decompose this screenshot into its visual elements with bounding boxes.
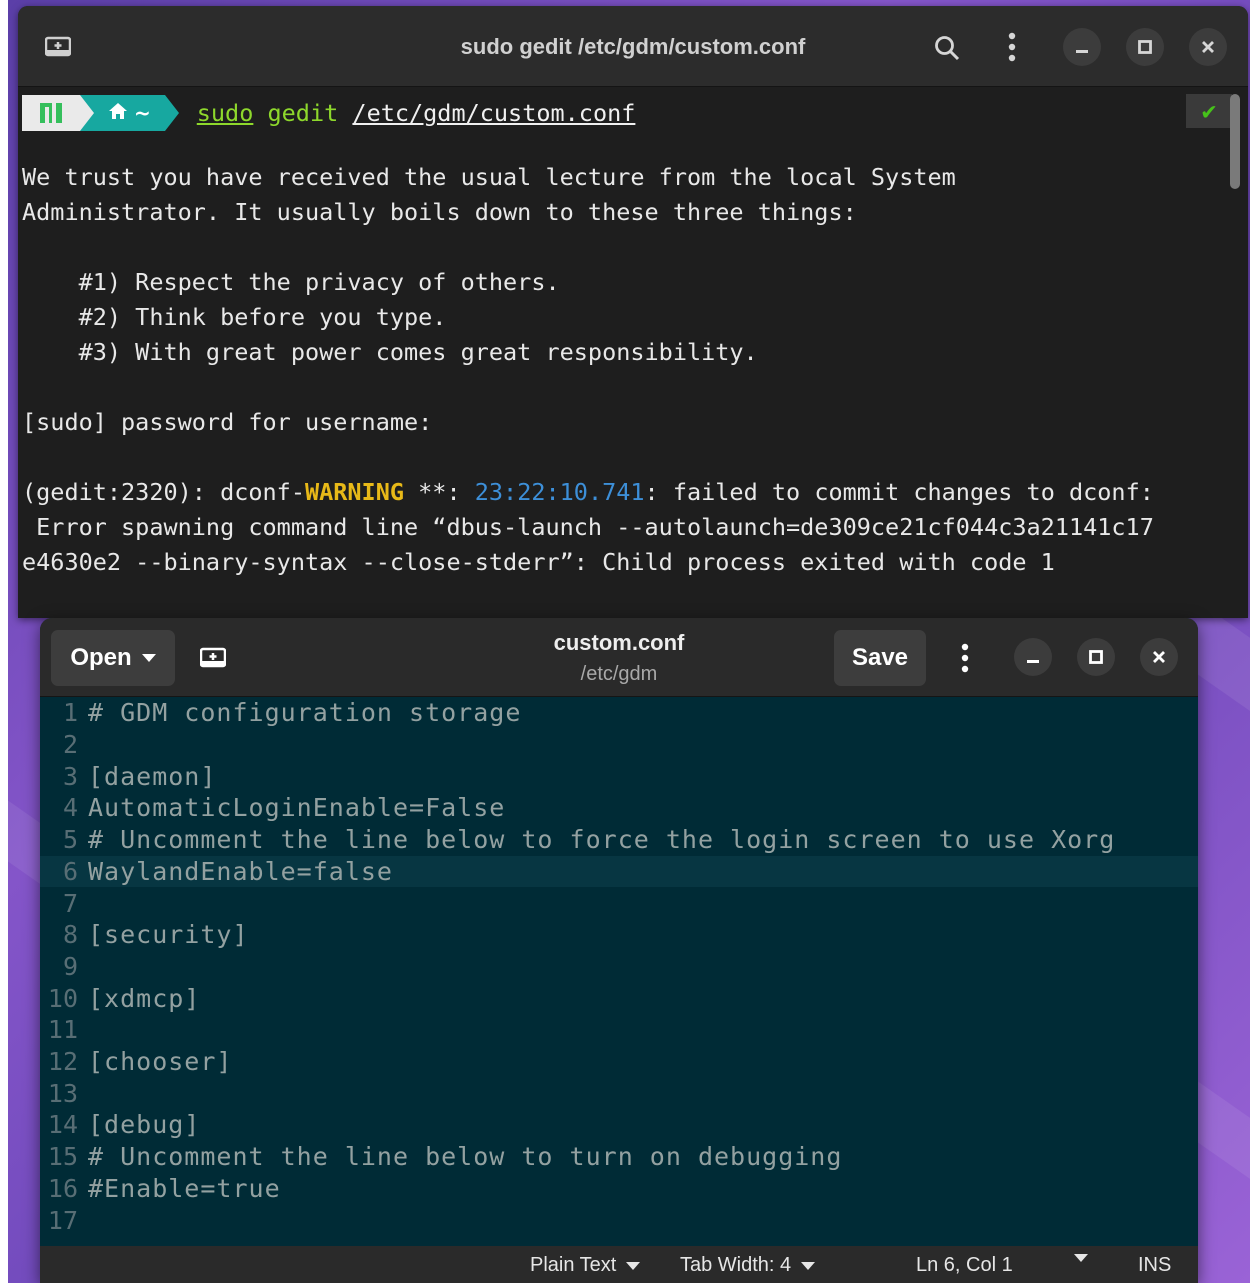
line-text: [security] (88, 920, 249, 950)
line-number: 8 (62, 920, 78, 950)
cmd-path: /etc/gdm/custom.conf (352, 99, 636, 127)
cmd-gedit: gedit (267, 99, 339, 127)
tab-width-label: Tab Width: 4 (680, 1254, 792, 1276)
cursor-position[interactable]: Ln 6, Col 1 (916, 1254, 1013, 1277)
chevron-down-icon (1074, 1254, 1088, 1262)
prompt-home-label: ~ (134, 101, 151, 125)
line-text: WaylandEnable=false (88, 856, 393, 886)
maximize-button[interactable] (1077, 638, 1115, 676)
error-line: e4630e2 --binary-syntax --close-stderr”:… (22, 548, 1055, 576)
chevron-down-icon (626, 1261, 641, 1270)
minimize-button[interactable] (1014, 638, 1052, 676)
line-text: [chooser] (88, 1047, 233, 1077)
line-number: 2 (62, 730, 78, 760)
line-number: 7 (62, 888, 78, 918)
menu-kebab-icon[interactable] (1000, 30, 1024, 64)
editor-line[interactable]: 11 (40, 1014, 1198, 1046)
cursor-position-label: Ln 6, Col 1 (916, 1254, 1013, 1276)
shell-prompt: ~ sudo gedit /etc/gdm/custom.conf (22, 95, 635, 131)
minimize-button[interactable] (1063, 28, 1101, 66)
line-number: 10 (47, 983, 78, 1013)
warning-separator: **: (404, 478, 475, 506)
line-text: # Uncomment the line below to turn on de… (88, 1142, 843, 1172)
editor-line[interactable]: 16 #Enable=true (40, 1173, 1198, 1205)
output-line: Administrator. It usually boils down to … (22, 198, 857, 226)
terminal-scrollbar[interactable] (1230, 94, 1240, 189)
line-text: #Enable=true (88, 1173, 281, 1203)
output-line: We trust you have received the usual lec… (22, 163, 956, 191)
line-number: 6 (62, 856, 78, 886)
line-number: 4 (62, 793, 78, 823)
editor-line[interactable]: 5 # Uncomment the line below to force the… (40, 824, 1198, 856)
output-line: #3) With great power comes great respons… (22, 338, 758, 366)
line-number: 17 (47, 1205, 78, 1235)
line-text: # GDM configuration storage (88, 698, 522, 728)
warning-message: : failed to commit changes to dconf: (644, 478, 1154, 506)
chevron-down-icon (801, 1261, 816, 1270)
menu-kebab-icon[interactable] (953, 641, 977, 675)
gedit-window: Open custom.conf /etc/gdm Save 1 # GDM co… (40, 618, 1198, 1283)
close-button[interactable] (1140, 638, 1178, 676)
editor-line[interactable]: 15 # Uncomment the line below to turn on … (40, 1141, 1198, 1173)
close-button[interactable] (1189, 28, 1227, 66)
output-line: #1) Respect the privacy of others. (22, 268, 560, 296)
editor-line[interactable]: 2 (40, 729, 1198, 761)
gedit-header: Open custom.conf /etc/gdm Save (40, 618, 1198, 697)
terminal-header: sudo gedit /etc/gdm/custom.conf (18, 6, 1248, 87)
save-button[interactable]: Save (834, 630, 926, 686)
editor-line[interactable]: 12 [chooser] (40, 1046, 1198, 1078)
line-number: 9 (62, 951, 78, 981)
maximize-button[interactable] (1126, 28, 1164, 66)
line-text: [debug] (88, 1110, 201, 1140)
editor-line[interactable]: 7 (40, 887, 1198, 919)
syntax-selector[interactable]: Plain Text (530, 1254, 641, 1277)
status-bar: Plain Text Tab Width: 4 Ln 6, Col 1 INS (40, 1246, 1198, 1283)
tab-width-selector[interactable]: Tab Width: 4 (680, 1254, 816, 1277)
editor-line[interactable]: 6 WaylandEnable=false (40, 855, 1198, 888)
position-menu[interactable] (1074, 1254, 1088, 1262)
warning-level: WARNING (304, 478, 405, 506)
line-number: 15 (47, 1142, 78, 1172)
line-text: # Uncomment the line below to force the … (88, 825, 1116, 855)
line-number: 3 (62, 761, 78, 791)
sudo-password-prompt: [sudo] password for username: (22, 408, 433, 436)
line-number: 5 (62, 825, 78, 855)
home-icon (108, 101, 128, 125)
insert-mode-label: INS (1138, 1254, 1172, 1276)
editor-line[interactable]: 8 [security] (40, 919, 1198, 951)
line-number: 12 (47, 1047, 78, 1077)
editor-line[interactable]: 9 (40, 951, 1198, 983)
terminal-output[interactable]: ~ sudo gedit /etc/gdm/custom.conf ✔ We t… (18, 87, 1232, 618)
editor-line[interactable]: 4 AutomaticLoginEnable=False (40, 792, 1198, 824)
line-text: [xdmcp] (88, 983, 201, 1013)
line-number: 11 (47, 1015, 78, 1045)
editor-line[interactable]: 14 [debug] (40, 1109, 1198, 1141)
line-number: 13 (47, 1078, 78, 1108)
warning-prefix: (gedit:2320): dconf- (22, 478, 305, 506)
terminal-window: sudo gedit /etc/gdm/custom.conf ~ sudo g… (18, 6, 1248, 618)
search-icon[interactable] (932, 33, 962, 63)
editor-line[interactable]: 3 [daemon] (40, 760, 1198, 792)
editor-line[interactable]: 13 (40, 1077, 1198, 1109)
line-text: AutomaticLoginEnable=False (88, 793, 506, 823)
editor-line[interactable]: 10 [xdmcp] (40, 982, 1198, 1014)
os-logo-icon (22, 95, 94, 131)
output-line: #2) Think before you type. (22, 303, 447, 331)
status-check-icon: ✔ (1186, 94, 1232, 128)
editor-line[interactable]: 1 # GDM configuration storage (40, 697, 1198, 729)
line-text: [daemon] (88, 761, 217, 791)
editor-line[interactable]: 17 (40, 1204, 1198, 1236)
dconf-warning-line: (gedit:2320): dconf-WARNING **: 23:22:10… (22, 475, 1154, 510)
typed-command: sudo gedit /etc/gdm/custom.conf (197, 99, 636, 127)
text-editor[interactable]: 1 # GDM configuration storage 2 3 [daemon] 4 A… (40, 697, 1198, 1247)
line-number: 16 (47, 1173, 78, 1203)
warning-timestamp: 23:22:10.741 (474, 478, 645, 506)
insert-mode-indicator[interactable]: INS (1138, 1254, 1171, 1277)
error-line: Error spawning command line “dbus-launch… (22, 513, 1154, 541)
cmd-sudo: sudo (196, 99, 254, 127)
line-number: 14 (47, 1110, 78, 1140)
syntax-label: Plain Text (530, 1254, 617, 1276)
line-number: 1 (62, 698, 78, 728)
